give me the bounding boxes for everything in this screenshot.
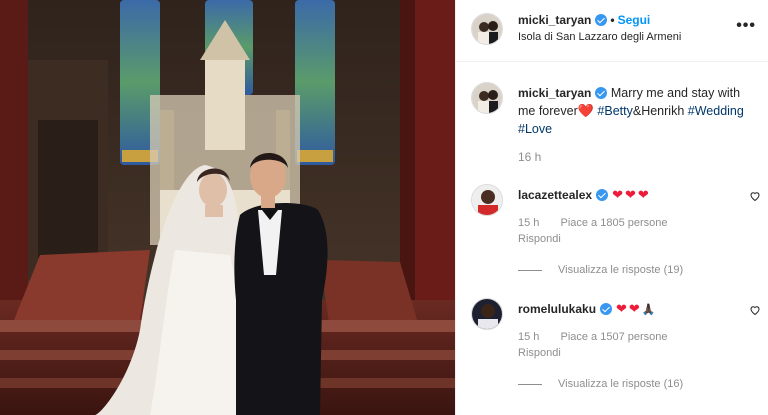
caption-amp: &Henrikh bbox=[632, 104, 685, 118]
avatar-image bbox=[472, 299, 502, 329]
post-location[interactable]: Isola di San Lazzaro degli Armeni bbox=[518, 31, 681, 43]
caption-author-avatar[interactable] bbox=[471, 82, 503, 114]
comment-meta: 15 h Piace a 1805 persone bbox=[518, 217, 668, 229]
avatar-image bbox=[472, 185, 502, 215]
post-header: micki_taryan • Segui Isola di San Lazzaro … bbox=[456, 0, 768, 62]
post-photo[interactable] bbox=[0, 0, 455, 415]
heart-emojis: ❤❤ bbox=[616, 301, 642, 316]
comment-time[interactable]: 15 h bbox=[518, 331, 539, 343]
author-username-row: micki_taryan • Segui bbox=[518, 13, 650, 27]
commenter-username[interactable]: lacazettealex bbox=[518, 188, 592, 202]
author-avatar[interactable] bbox=[471, 13, 503, 45]
caption-timestamp[interactable]: 16 h bbox=[518, 150, 541, 164]
commenter-avatar[interactable] bbox=[471, 298, 503, 330]
avatar-image bbox=[472, 83, 502, 113]
hashtag-betty[interactable]: #Betty bbox=[597, 104, 632, 118]
wedding-photo-illustration bbox=[0, 0, 455, 415]
comment-line: romelulukaku ❤❤🙏🏿 bbox=[518, 301, 656, 317]
verified-badge-icon bbox=[596, 189, 609, 201]
heart-emojis: ❤❤❤ bbox=[612, 187, 651, 202]
caption-username[interactable]: micki_taryan bbox=[518, 86, 591, 100]
view-replies-button[interactable]: Visualizza le risposte (19) bbox=[518, 264, 683, 276]
author-username[interactable]: micki_taryan bbox=[518, 13, 591, 27]
follow-button[interactable]: Segui bbox=[618, 13, 651, 27]
verified-badge-icon bbox=[595, 87, 608, 99]
commenter-avatar[interactable] bbox=[471, 184, 503, 216]
post-side-panel: micki_taryan • Segui Isola di San Lazzaro … bbox=[455, 0, 768, 415]
praying-hands-emoji: 🙏🏿 bbox=[641, 304, 656, 316]
hashtag-love[interactable]: #Love bbox=[518, 122, 552, 136]
comment-line: lacazettealex ❤❤❤ bbox=[518, 187, 651, 203]
verified-badge-icon bbox=[595, 14, 608, 26]
comment-likes[interactable]: Piace a 1805 persone bbox=[560, 217, 667, 229]
view-replies-button[interactable]: Visualizza le risposte (16) bbox=[518, 378, 683, 390]
separator-dot: • bbox=[610, 13, 615, 27]
heart-outline-icon[interactable] bbox=[749, 190, 761, 202]
commenter-username[interactable]: romelulukaku bbox=[518, 302, 596, 316]
hashtag-wedding[interactable]: #Wedding bbox=[688, 104, 744, 118]
heart-emoji: ❤️ bbox=[577, 103, 594, 118]
comment-likes[interactable]: Piace a 1507 persone bbox=[560, 331, 667, 343]
reply-button[interactable]: Rispondi bbox=[518, 233, 561, 245]
verified-badge-icon bbox=[600, 303, 613, 315]
caption-text: micki_taryan Marry me and stay with me f… bbox=[518, 84, 758, 138]
comment-meta: 15 h Piace a 1507 persone bbox=[518, 331, 668, 343]
avatar-image bbox=[472, 14, 502, 44]
more-options-icon[interactable]: ••• bbox=[736, 17, 756, 35]
heart-outline-icon[interactable] bbox=[749, 304, 761, 316]
comment-time[interactable]: 15 h bbox=[518, 217, 539, 229]
reply-button[interactable]: Rispondi bbox=[518, 347, 561, 359]
